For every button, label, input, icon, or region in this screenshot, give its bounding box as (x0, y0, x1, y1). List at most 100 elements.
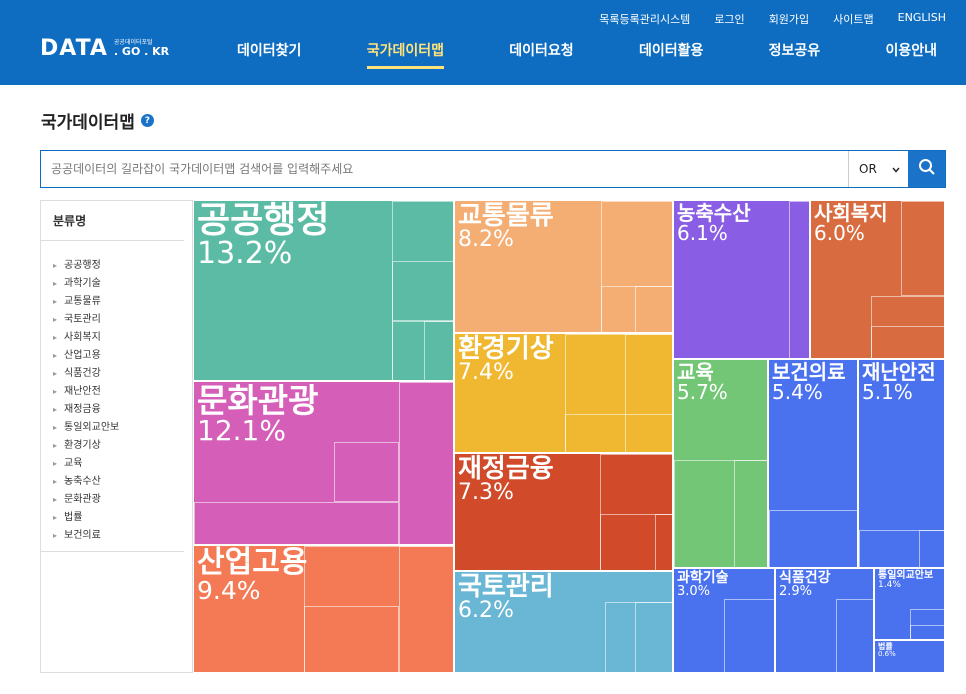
treemap-tile[interactable]: 공공행정 13.2% (193, 200, 454, 381)
treemap-tile[interactable]: 통일외교안보 1.4% (874, 568, 945, 640)
util-link-registry[interactable]: 목록등록관리시스템 (599, 11, 690, 27)
category-item[interactable]: 교육 (53, 455, 192, 473)
search-input[interactable] (41, 151, 848, 187)
treemap-tile-name: 국토관리 (458, 572, 554, 602)
treemap-tile[interactable]: 식품건강 2.9% (775, 568, 874, 673)
treemap-tile[interactable]: 재정금융 7.3% (454, 453, 673, 571)
nav-data-search[interactable]: 데이터찾기 (237, 40, 301, 69)
chevron-down-icon (892, 162, 900, 176)
category-item[interactable]: 문화관광 (53, 491, 192, 509)
category-item[interactable]: 산업고용 (53, 347, 192, 365)
treemap-subcell[interactable] (734, 460, 767, 567)
treemap-tile-percent: 7.4% (458, 360, 514, 385)
treemap-tile[interactable]: 법률 0.6% (874, 640, 945, 673)
treemap-tile[interactable]: 산업고용 9.4% (193, 545, 454, 673)
nav-data-request[interactable]: 데이터요청 (509, 40, 573, 69)
treemap-subcell[interactable] (910, 625, 944, 639)
treemap-tile-percent: 9.4% (197, 576, 261, 605)
category-item[interactable]: 농축수산 (53, 473, 192, 491)
treemap-subcell[interactable] (919, 530, 944, 567)
category-item[interactable]: 환경기상 (53, 437, 192, 455)
treemap-tile-percent: 1.4% (878, 580, 901, 590)
category-item[interactable]: 식품건강 (53, 365, 192, 383)
sidebar-divider (41, 551, 184, 552)
treemap-subcell[interactable] (871, 326, 944, 358)
category-item[interactable]: 보건의료 (53, 527, 192, 545)
treemap-tile[interactable]: 교육 5.7% (673, 359, 768, 568)
treemap-tile-percent: 5.4% (772, 380, 823, 404)
treemap-tile[interactable]: 보건의료 5.4% (768, 359, 858, 568)
nav-guide[interactable]: 이용안내 (885, 40, 937, 69)
category-item[interactable]: 공공행정 (53, 257, 192, 275)
category-item[interactable]: 법률 (53, 509, 192, 527)
category-sidebar: 분류명 공공행정 과학기술 교통물류 국토관리 사회복지 산업고용 식품건강 재… (40, 200, 193, 673)
category-item[interactable]: 사회복지 (53, 329, 192, 347)
nav-data-usage[interactable]: 데이터활용 (639, 40, 703, 69)
treemap-tile-percent: 6.1% (677, 221, 728, 245)
treemap-tile-percent: 8.2% (458, 227, 514, 252)
treemap-tile-name: 교육 (677, 360, 714, 384)
category-item[interactable]: 교통물류 (53, 293, 192, 311)
util-link-signup[interactable]: 회원가입 (769, 11, 809, 27)
treemap-subcell[interactable] (392, 261, 453, 321)
treemap-tile-percent: 5.7% (677, 380, 728, 404)
site-logo[interactable]: DATA 공공데이터포털 . GO . KR (40, 36, 169, 61)
treemap-subcell[interactable] (836, 599, 873, 672)
treemap-tile[interactable]: 과학기술 3.0% (673, 568, 775, 673)
treemap-tile-percent: 13.2% (197, 236, 293, 271)
operator-value: OR (859, 162, 877, 176)
treemap-tile-name: 농축수산 (677, 201, 751, 225)
treemap-tile[interactable]: 환경기상 7.4% (454, 333, 673, 453)
treemap-tile-percent: 0.6% (878, 650, 896, 658)
treemap-tile-name: 재난안전 (862, 360, 936, 384)
util-link-login[interactable]: 로그인 (714, 11, 744, 27)
treemap-tile-name: 사회복지 (814, 201, 888, 225)
help-icon[interactable]: ? (140, 114, 154, 127)
category-item[interactable]: 통일외교안보 (53, 419, 192, 437)
treemap-tile-percent: 2.9% (779, 584, 813, 599)
treemap-subcell[interactable] (655, 514, 672, 570)
treemap-subcell[interactable] (635, 286, 672, 332)
logo-subtext: 공공데이터포털 . GO . KR (113, 40, 170, 58)
treemap-subcell[interactable] (769, 510, 857, 567)
operator-select[interactable]: OR (848, 151, 908, 187)
treemap-tile-name: 보건의료 (772, 360, 846, 384)
search-bar: OR (40, 150, 946, 188)
nav-national-data-map[interactable]: 국가데이터맵 (366, 40, 444, 69)
treemap-subcell[interactable] (194, 502, 399, 544)
treemap-tile-percent: 12.1% (197, 414, 286, 447)
logo-sub-bottom: . GO . KR (113, 45, 170, 58)
treemap-tile-percent: 5.1% (862, 380, 913, 404)
treemap-subcell[interactable] (304, 606, 399, 672)
treemap-tile-name: 재정금융 (458, 454, 554, 484)
util-link-sitemap[interactable]: 사이트맵 (833, 11, 873, 27)
treemap-tile-name: 환경기상 (458, 334, 554, 364)
treemap-tile-percent: 7.3% (458, 480, 514, 505)
treemap-tile[interactable]: 문화관광 12.1% (193, 381, 454, 545)
category-item[interactable]: 국토관리 (53, 311, 192, 329)
treemap-tile[interactable]: 농축수산 6.1% (673, 200, 810, 359)
main-nav: 데이터찾기 국가데이터맵 데이터요청 데이터활용 정보공유 이용안내 (237, 40, 937, 69)
utility-links: 목록등록관리시스템 로그인 회원가입 사이트맵 ENGLISH (599, 11, 946, 27)
category-list: 공공행정 과학기술 교통물류 국토관리 사회복지 산업고용 식품건강 재난안전 … (41, 241, 192, 545)
util-link-english[interactable]: ENGLISH (898, 11, 946, 27)
treemap-tile[interactable]: 사회복지 6.0% (810, 200, 945, 359)
search-icon (918, 158, 936, 180)
treemap-tile[interactable]: 국토관리 6.2% (454, 571, 673, 673)
category-item[interactable]: 재정금융 (53, 401, 192, 419)
treemap-tile-name: 교통물류 (458, 201, 554, 231)
treemap-tile[interactable]: 교통물류 8.2% (454, 200, 673, 333)
treemap-subcell[interactable] (724, 599, 774, 672)
treemap-tile-name: 공공행정 (197, 200, 330, 241)
treemap-subcell[interactable] (334, 442, 399, 502)
search-button[interactable] (908, 151, 945, 187)
logo-text: DATA (40, 36, 108, 61)
treemap-tile-percent: 6.2% (458, 598, 514, 623)
treemap-subcell[interactable] (424, 321, 453, 380)
treemap-tile-percent: 3.0% (677, 584, 711, 599)
treemap-tile[interactable]: 재난안전 5.1% (858, 359, 945, 568)
nav-info-share[interactable]: 정보공유 (769, 40, 821, 69)
category-item[interactable]: 재난안전 (53, 383, 192, 401)
treemap-subcell[interactable] (565, 414, 672, 452)
category-item[interactable]: 과학기술 (53, 275, 192, 293)
